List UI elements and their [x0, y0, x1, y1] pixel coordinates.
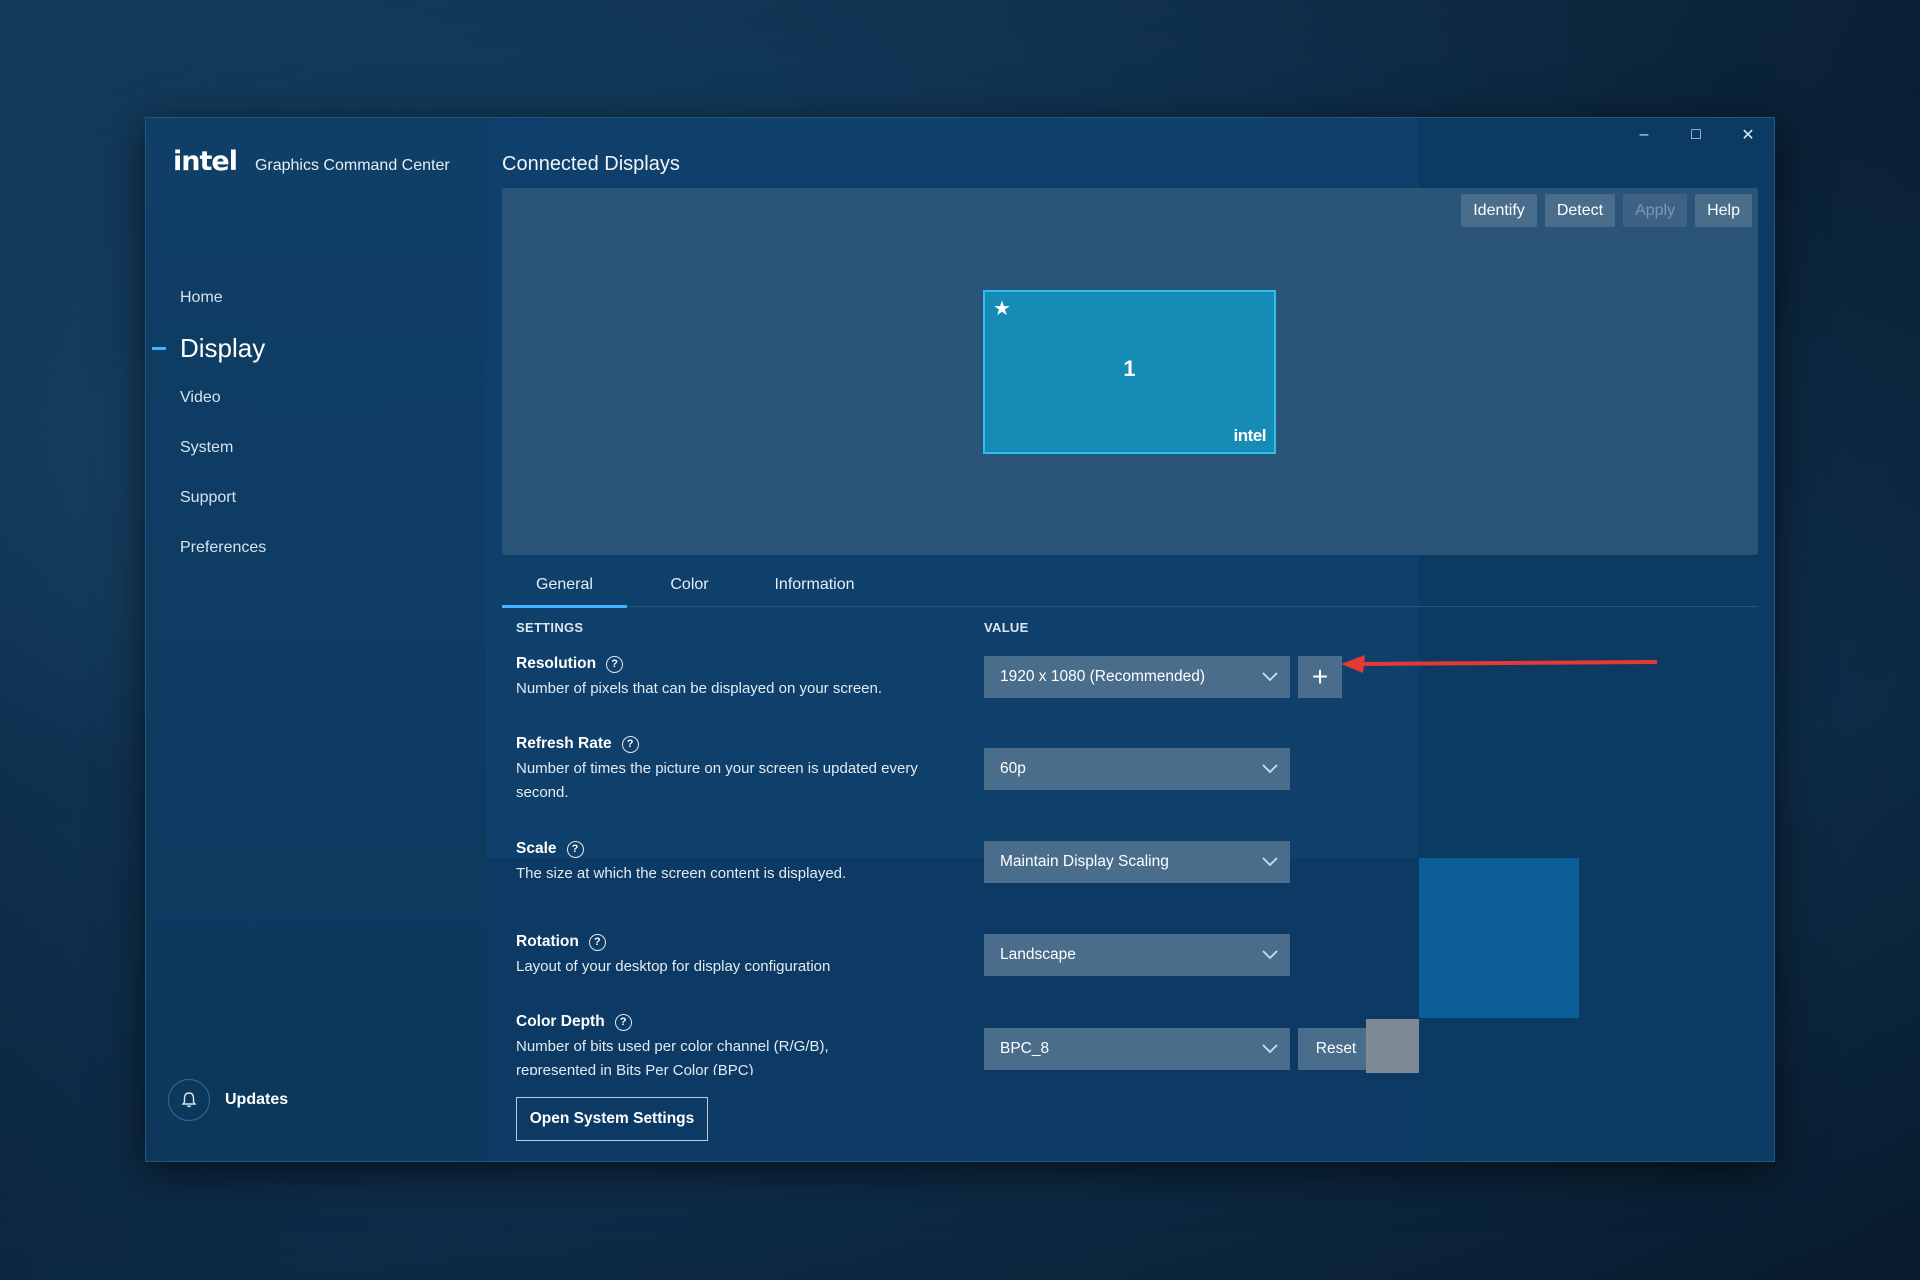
minimize-icon[interactable]: – [1618, 118, 1670, 152]
chevron-down-icon [1262, 857, 1278, 867]
apply-button[interactable]: Apply [1623, 194, 1688, 227]
chevron-down-icon [1262, 672, 1278, 682]
resolution-dropdown[interactable]: 1920 x 1080 (Recommended) [984, 656, 1290, 698]
sidebar-nav: Home Display Video System Support Prefer… [146, 273, 486, 573]
setting-name: Refresh Rate [516, 735, 612, 752]
star-icon: ★ [993, 298, 1011, 320]
dropdown-value: Landscape [1000, 946, 1076, 963]
setting-description: The size at which the screen content is … [516, 865, 847, 882]
value-column-header: VALUE [984, 620, 1029, 635]
intel-logo: intel [173, 146, 238, 177]
monitor-tile[interactable]: ★ 1 intel [983, 290, 1276, 454]
sidebar-item-label: Display [180, 332, 266, 363]
refresh-rate-dropdown[interactable]: 60p [984, 748, 1290, 790]
open-system-settings-button[interactable]: Open System Settings [516, 1097, 708, 1141]
dropdown-value: BPC_8 [1000, 1040, 1050, 1057]
app-window: intel Graphics Command Center Home Displ… [145, 117, 1775, 1162]
sidebar-item-label: Video [180, 389, 221, 406]
setting-description: Number of bits used per color channel (R… [516, 1038, 829, 1075]
scale-dropdown[interactable]: Maintain Display Scaling [984, 841, 1290, 883]
annotation-arrow-icon [1341, 655, 1658, 673]
setting-name: Scale [516, 840, 557, 857]
app-title: Graphics Command Center [254, 157, 450, 174]
tab-general[interactable]: General [502, 563, 627, 608]
add-resolution-button[interactable]: + [1298, 656, 1342, 698]
settings-tabs: General Color Information [502, 563, 1758, 608]
page-title: Connected Displays [502, 153, 680, 175]
sidebar-item-display[interactable]: Display [146, 323, 486, 373]
background-tile [1419, 858, 1579, 1018]
close-icon[interactable]: ✕ [1722, 118, 1774, 152]
help-icon[interactable]: ? [614, 1013, 632, 1031]
dropdown-value: 1920 x 1080 (Recommended) [1000, 668, 1206, 685]
setting-description: Number of pixels that can be displayed o… [516, 680, 883, 697]
window-controls: – □ ✕ [1618, 118, 1774, 152]
chevron-down-icon [1262, 1044, 1278, 1054]
setting-description: Number of times the picture on your scre… [516, 760, 918, 801]
sidebar-item-system[interactable]: System [146, 423, 486, 473]
identify-button[interactable]: Identify [1461, 194, 1537, 227]
sidebar-item-home[interactable]: Home [146, 273, 486, 323]
updates-label: Updates [225, 1091, 289, 1108]
chevron-down-icon [1262, 764, 1278, 774]
help-icon[interactable]: ? [566, 840, 584, 858]
dropdown-value: 60p [1000, 760, 1026, 777]
setting-color-depth: Color Depth? Number of bits used per col… [516, 1013, 936, 1075]
setting-name: Rotation [516, 933, 579, 950]
sidebar-item-support[interactable]: Support [146, 473, 486, 523]
scrollbar-thumb[interactable] [1366, 1019, 1419, 1073]
active-indicator [152, 347, 166, 350]
sidebar-item-label: Support [180, 489, 237, 506]
updates-button[interactable]: Updates [168, 1079, 288, 1121]
dropdown-value: Maintain Display Scaling [1000, 853, 1169, 870]
sidebar-item-preferences[interactable]: Preferences [146, 523, 486, 573]
preview-toolbar: Identify Detect Apply Help [1461, 194, 1752, 227]
sidebar: intel Graphics Command Center Home Displ… [146, 118, 486, 1161]
settings-column-header: SETTINGS [516, 620, 584, 635]
rotation-dropdown[interactable]: Landscape [984, 934, 1290, 976]
sidebar-item-video[interactable]: Video [146, 373, 486, 423]
setting-resolution: Resolution? Number of pixels that can be… [516, 655, 936, 701]
help-icon[interactable]: ? [621, 735, 639, 753]
help-icon[interactable]: ? [588, 933, 606, 951]
sidebar-item-label: Home [180, 289, 223, 306]
tab-color[interactable]: Color [627, 563, 752, 607]
monitor-number: 1 [1123, 356, 1136, 381]
setting-refresh-rate: Refresh Rate? Number of times the pictur… [516, 735, 936, 805]
tab-information[interactable]: Information [752, 563, 877, 607]
reset-button[interactable]: Reset [1298, 1028, 1374, 1070]
setting-name: Color Depth [516, 1013, 605, 1030]
display-preview-panel: Identify Detect Apply Help ★ 1 intel [502, 188, 1758, 555]
chevron-down-icon [1262, 950, 1278, 960]
help-icon[interactable]: ? [606, 655, 624, 673]
maximize-icon[interactable]: □ [1670, 118, 1722, 152]
sidebar-item-label: System [180, 439, 234, 456]
setting-scale: Scale? The size at which the screen cont… [516, 840, 936, 886]
detect-button[interactable]: Detect [1544, 194, 1616, 227]
setting-name: Resolution [516, 655, 597, 672]
color-depth-dropdown[interactable]: BPC_8 [984, 1028, 1290, 1070]
setting-rotation: Rotation? Layout of your desktop for dis… [516, 933, 936, 979]
help-button[interactable]: Help [1695, 194, 1752, 227]
app-header: intel Graphics Command Center [173, 146, 450, 177]
monitor-brand: intel [1233, 426, 1267, 445]
sidebar-item-label: Preferences [180, 539, 267, 556]
bell-icon [168, 1079, 210, 1121]
setting-description: Layout of your desktop for display confi… [516, 958, 831, 975]
